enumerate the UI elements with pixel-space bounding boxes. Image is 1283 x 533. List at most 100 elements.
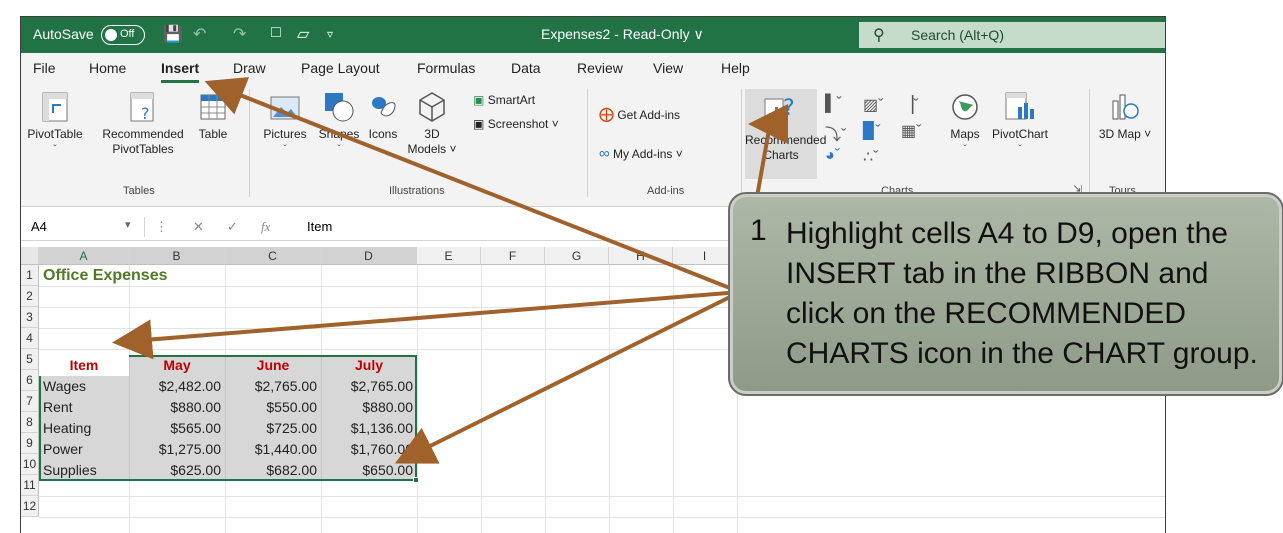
column-header[interactable]: F bbox=[481, 247, 545, 265]
3d-map-button[interactable]: 3D Map ˅ bbox=[1095, 91, 1155, 142]
customize-qat-icon[interactable]: ▿ bbox=[327, 27, 333, 41]
pictures-button[interactable]: Pictures ˇ bbox=[255, 91, 315, 157]
column-header[interactable]: H bbox=[609, 247, 673, 265]
open-folder-icon[interactable]: ▱ bbox=[297, 24, 309, 44]
value-cell[interactable]: $880.00 bbox=[129, 397, 225, 418]
row-header[interactable]: 2 bbox=[21, 286, 39, 307]
icons-button[interactable]: Icons bbox=[363, 91, 403, 142]
pivotchart-button[interactable]: PivotChart ˇ bbox=[987, 91, 1053, 157]
header-cell[interactable]: July bbox=[321, 355, 417, 376]
item-cell[interactable]: Rent bbox=[39, 397, 129, 418]
value-cell[interactable]: $880.00 bbox=[321, 397, 417, 418]
maps-button[interactable]: Maps ˇ bbox=[943, 91, 987, 157]
gridline bbox=[545, 265, 546, 533]
header-cell[interactable]: May bbox=[129, 355, 225, 376]
row-header[interactable]: 1 bbox=[21, 265, 39, 286]
header-cell[interactable]: June bbox=[225, 355, 321, 376]
insert-function-icon[interactable]: fx bbox=[261, 219, 270, 235]
combo-chart-icon[interactable]: ▦ˇ bbox=[901, 121, 921, 141]
formula-input[interactable]: Item bbox=[307, 219, 332, 234]
value-cell[interactable]: $682.00 bbox=[225, 460, 321, 481]
statistic-chart-icon[interactable]: ▉ˇ bbox=[863, 121, 881, 141]
redo-icon[interactable]: ↷ bbox=[233, 24, 246, 44]
shapes-button[interactable]: Shapes ˇ bbox=[315, 91, 363, 157]
item-cell[interactable]: Wages bbox=[39, 376, 129, 397]
tab-help[interactable]: Help bbox=[721, 60, 750, 76]
column-header[interactable]: C bbox=[225, 247, 321, 265]
row-header[interactable]: 9 bbox=[21, 433, 39, 454]
tab-insert[interactable]: Insert bbox=[161, 60, 200, 83]
recommended-pivottables-button[interactable]: ? Recommended PivotTables bbox=[93, 91, 193, 157]
tab-draw[interactable]: Draw bbox=[233, 60, 266, 76]
tab-formulas[interactable]: Formulas bbox=[417, 60, 475, 76]
value-cell[interactable]: $1,275.00 bbox=[129, 439, 225, 460]
column-header[interactable]: B bbox=[129, 247, 225, 265]
tab-review[interactable]: Review bbox=[577, 60, 623, 76]
value-cell[interactable]: $2,765.00 bbox=[321, 376, 417, 397]
new-file-icon[interactable]: □ bbox=[271, 24, 281, 42]
row-header[interactable]: 8 bbox=[21, 412, 39, 433]
3d-models-button[interactable]: 3D Models ˅ bbox=[407, 91, 457, 157]
column-header[interactable]: A bbox=[39, 247, 129, 265]
header-cell[interactable]: Item bbox=[39, 355, 129, 376]
sheet-title[interactable]: Office Expenses bbox=[39, 265, 172, 286]
item-cell[interactable]: Power bbox=[39, 439, 129, 460]
pivotchart-dropdown-icon: ˇ bbox=[1018, 144, 1022, 155]
autosave-label: AutoSave bbox=[33, 26, 94, 42]
line-chart-icon[interactable]: ⤵ˇ bbox=[825, 121, 846, 145]
undo-icon[interactable]: ↶ bbox=[193, 24, 206, 44]
row-header[interactable]: 5 bbox=[21, 349, 39, 370]
column-header[interactable]: E bbox=[417, 247, 481, 265]
hierarchy-chart-icon[interactable]: ▨ˇ bbox=[863, 95, 883, 115]
recommended-charts-button[interactable]: ? Recommended Charts bbox=[745, 89, 826, 179]
screenshot-button[interactable]: ▣ Screenshot ˅ bbox=[473, 117, 559, 131]
value-cell[interactable]: $625.00 bbox=[129, 460, 225, 481]
globe-icon bbox=[952, 94, 978, 120]
row-header[interactable]: 6 bbox=[21, 370, 39, 391]
pivottable-button[interactable]: PivotTable ˇ bbox=[25, 91, 85, 157]
value-cell[interactable]: $2,482.00 bbox=[129, 376, 225, 397]
value-cell[interactable]: $550.00 bbox=[225, 397, 321, 418]
value-cell[interactable]: $1,440.00 bbox=[225, 439, 321, 460]
tab-home[interactable]: Home bbox=[89, 60, 126, 76]
chevron-down-icon[interactable]: ▾ bbox=[125, 218, 131, 231]
value-cell[interactable]: $1,136.00 bbox=[321, 418, 417, 439]
search-box[interactable]: ⚲ Search (Alt+Q) bbox=[859, 22, 1165, 48]
value-cell[interactable]: $565.00 bbox=[129, 418, 225, 439]
my-addins-button[interactable]: ∞ My Add-ins ˅ bbox=[599, 145, 683, 162]
smartart-button[interactable]: ▣ SmartArt bbox=[473, 93, 535, 107]
cancel-icon[interactable]: ✕ bbox=[193, 219, 204, 235]
select-all-corner[interactable] bbox=[21, 247, 39, 265]
scatter-chart-icon[interactable]: ∴ˇ bbox=[863, 147, 879, 167]
pie-chart-icon[interactable]: ◕ˇ bbox=[825, 147, 840, 165]
value-cell[interactable]: $725.00 bbox=[225, 418, 321, 439]
table-button[interactable]: Table bbox=[193, 91, 233, 142]
row-header[interactable]: 4 bbox=[21, 328, 39, 349]
tab-file[interactable]: File bbox=[33, 60, 56, 76]
value-cell[interactable]: $2,765.00 bbox=[225, 376, 321, 397]
value-cell[interactable]: $650.00 bbox=[321, 460, 417, 481]
item-cell[interactable]: Heating bbox=[39, 418, 129, 439]
autosave-toggle[interactable]: Off bbox=[101, 25, 145, 45]
row-header[interactable]: 3 bbox=[21, 307, 39, 328]
value-cell[interactable]: $1,760.00 bbox=[321, 439, 417, 460]
column-chart-icon[interactable]: ▌ˇ bbox=[825, 95, 842, 113]
get-addins-button[interactable]: ⨁ Get Add-ins bbox=[599, 105, 680, 123]
row-header[interactable]: 7 bbox=[21, 391, 39, 412]
pictures-icon bbox=[270, 96, 300, 120]
document-title[interactable]: Expenses2 - Read-Only ∨ bbox=[541, 26, 704, 43]
tab-view[interactable]: View bbox=[653, 60, 683, 76]
name-box[interactable]: A4 ▾ bbox=[27, 217, 145, 237]
tab-data[interactable]: Data bbox=[511, 60, 541, 76]
screenshot-icon: ▣ bbox=[473, 117, 485, 131]
row-header[interactable]: 10 bbox=[21, 454, 39, 475]
item-cell[interactable]: Supplies bbox=[39, 460, 129, 481]
waterfall-chart-icon[interactable]: ▕ˇ bbox=[901, 95, 919, 115]
tab-page-layout[interactable]: Page Layout bbox=[301, 60, 380, 76]
enter-icon[interactable]: ✓ bbox=[227, 219, 238, 235]
column-header[interactable]: D bbox=[321, 247, 417, 265]
row-header[interactable]: 12 bbox=[21, 496, 39, 517]
save-icon[interactable]: 💾 bbox=[163, 24, 183, 44]
column-header[interactable]: G bbox=[545, 247, 609, 265]
row-header[interactable]: 11 bbox=[21, 475, 39, 496]
